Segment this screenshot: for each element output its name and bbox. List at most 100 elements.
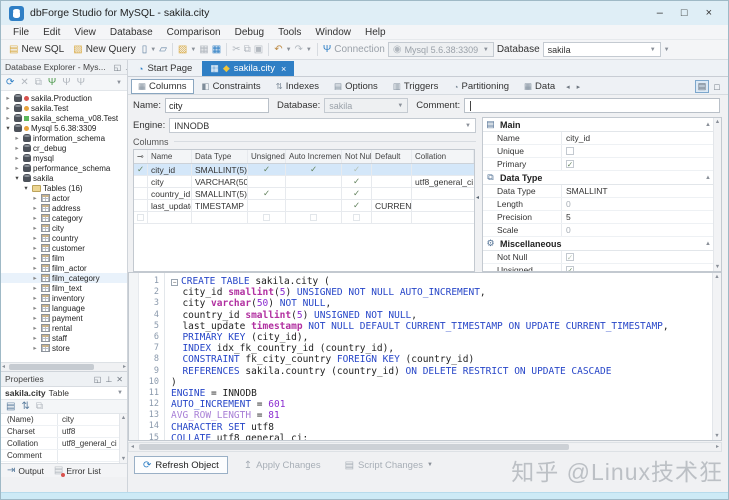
row-indicator-cell[interactable] [134,200,148,211]
connect-icon[interactable]: Ψ [62,77,70,88]
menu-view[interactable]: View [67,27,103,38]
tree-item-staff[interactable]: ▸ staff [1,333,127,343]
scroll-right-icon[interactable]: ▸ [123,363,126,372]
menu-comparison[interactable]: Comparison [160,27,228,38]
cell-default[interactable]: CURREN... [372,200,412,211]
tree-item-film-text[interactable]: ▸ film_text [1,283,127,293]
collapsed-arrow-icon[interactable]: ▸ [13,164,21,172]
cell-default[interactable] [372,188,412,199]
grid-header-Name[interactable]: Name [148,150,192,163]
tab-partitioning[interactable]: ◔ Partitioning [446,79,516,94]
detail-row-unique[interactable]: Unique [483,145,721,158]
detail-row-unsigned[interactable]: Unsigned ✓ [483,264,721,271]
empty-cell[interactable] [192,212,248,223]
grid-header-Auto Increment[interactable]: Auto Increment [286,150,342,163]
tree-item-language[interactable]: ▸ language [1,303,127,313]
cell-not-null[interactable]: ✓ [342,164,372,175]
tree-item-inventory[interactable]: ▸ inventory [1,293,127,303]
error-list-tab[interactable]: ▤ Error List [54,465,101,477]
copy-icon[interactable]: ⧉ [244,44,251,55]
collapsed-arrow-icon[interactable]: ▸ [31,224,39,232]
cell-collation[interactable] [412,164,474,175]
cell-unsigned[interactable] [248,176,286,187]
collapsed-arrow-icon[interactable]: ▸ [31,294,39,302]
collapsed-arrow-icon[interactable]: ▸ [31,324,39,332]
grid-header-Collation[interactable]: Collation [412,150,474,163]
empty-cell[interactable] [148,212,192,223]
grid-header-Unsigned[interactable]: Unsigned [248,150,286,163]
minimize-button[interactable]: – [657,7,663,19]
save-icon[interactable]: ▦ [199,44,208,55]
tab-options[interactable]: ▤ Options [327,79,385,94]
cell-default[interactable] [372,164,412,175]
cell-data-type[interactable]: VARCHAR(50) [192,176,248,187]
grid-header-Not Null[interactable]: Not Null [342,150,372,163]
scrollbar-thumb[interactable] [9,364,94,370]
collapsed-arrow-icon[interactable]: ▸ [4,104,12,112]
duplicate-icon[interactable]: ⧉ [35,77,42,88]
cell-unsigned[interactable]: ✓ [248,188,286,199]
property-row[interactable]: Charset utf8 [1,426,119,438]
collapsed-arrow-icon[interactable]: ▸ [31,244,39,252]
detail-value[interactable]: ✓ [561,264,712,271]
output-tab[interactable]: ⇥ Output [7,465,44,476]
tree-item-film-actor[interactable]: ▸ film_actor [1,263,127,273]
properties-object-selector[interactable]: sakila.city Table ▼ [1,387,127,400]
detail-row-scale[interactable]: Scale 0 [483,224,721,237]
menu-file[interactable]: File [6,27,36,38]
tree-item-category[interactable]: ▸ category [1,213,127,223]
tab-close-icon[interactable]: × [281,64,286,74]
tree-item-mysql[interactable]: ▸ mysql [1,153,127,163]
collapse-arrow-icon[interactable]: ▲ [705,122,711,128]
detail-row-precision[interactable]: Precision 5 [483,211,721,224]
empty-cell[interactable] [372,212,412,223]
tree-item-country[interactable]: ▸ country [1,233,127,243]
window-position-icon[interactable]: ◱ [94,375,102,384]
empty-cell[interactable] [134,212,148,223]
scroll-left-icon[interactable]: ◂ [2,363,5,372]
code-vertical-scrollbar[interactable]: ▲ ▼ [712,273,721,440]
cell-data-type[interactable]: SMALLINT(5) [192,188,248,199]
cell-name[interactable]: country_id [148,188,192,199]
menu-window[interactable]: Window [308,27,358,38]
save-all-icon[interactable]: ▦ [212,44,221,55]
detail-value[interactable] [561,145,712,157]
tree-item-mysql-5-6-38-3309[interactable]: ▾ Mysql 5.6.38:3309 [1,123,127,133]
empty-cell[interactable] [248,212,286,223]
script-changes-button[interactable]: ▤ Script Changes ▼ [337,456,441,474]
property-row[interactable]: Comment [1,450,119,462]
cell-collation[interactable] [412,188,474,199]
tab-columns[interactable]: ▦ Columns [131,79,194,94]
cell-name[interactable]: city [148,176,192,187]
close-button[interactable]: × [706,7,712,19]
alphabetical-sort-icon[interactable]: ⇅ [21,401,29,412]
collapsed-arrow-icon[interactable]: ▸ [4,114,12,122]
detail-value[interactable]: city_id [561,132,712,144]
apply-changes-button[interactable]: ↥ Apply Changes [236,456,329,474]
empty-cell[interactable] [412,212,474,223]
disconnect-icon[interactable]: Ψ [77,77,85,88]
collapsed-arrow-icon[interactable]: ▸ [31,314,39,322]
detail-value[interactable]: 5 [561,211,712,223]
new-document-icon[interactable]: ▯ [142,44,148,55]
detail-row-not-null[interactable]: Not Null ✓ [483,251,721,264]
sql-code[interactable]: − CREATE TABLE sakila.city ( city_id smal… [165,273,721,440]
cell-collation[interactable]: utf8_general_ci [412,176,474,187]
cell-not-null[interactable]: ✓ [342,200,372,211]
new-connection-icon[interactable]: Ψ [48,77,56,88]
group-header-data-type[interactable]: ⧉ Data Type ▲ [483,171,721,185]
tree-item-sakila-test[interactable]: ▸ sakila.Test [1,103,127,113]
new-column-row[interactable] [134,212,474,224]
scroll-down-icon[interactable]: ▼ [713,433,721,439]
detail-checkbox[interactable] [566,147,574,155]
cell-unsigned[interactable] [248,200,286,211]
detail-checkbox[interactable]: ✓ [566,253,574,262]
categorized-view-icon[interactable]: ▤ [6,401,15,412]
row-indicator-cell[interactable]: ✓ [134,164,148,175]
property-pages-icon[interactable]: ⧉ [36,401,43,412]
tab-data[interactable]: ▦ Data [517,79,562,94]
collapse-arrow-icon[interactable]: ▲ [705,175,711,181]
code-horizontal-scrollbar[interactable]: ◂ ▸ [128,442,722,452]
detail-value[interactable]: 0 [561,224,712,236]
column-row-city[interactable]: city VARCHAR(50) ✓ utf8_general_ci [134,176,474,188]
